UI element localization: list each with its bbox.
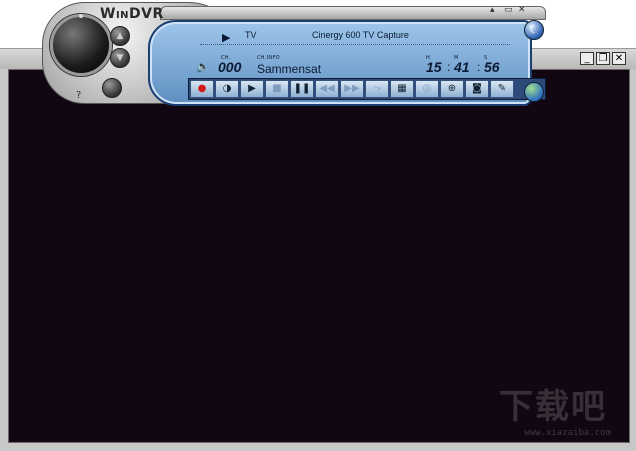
stop-button[interactable]: ■ [265,80,289,98]
moon-icon[interactable]: ☾ [524,20,544,40]
close-icon[interactable]: ✕ [518,5,526,15]
channel-number: 000 [218,59,242,75]
volume-icon[interactable]: 🔈 [196,60,210,73]
volume-knob[interactable] [50,14,112,76]
play-button[interactable]: ▶ [240,80,264,98]
restore-icon[interactable]: ▭ [504,5,513,15]
record-button[interactable]: ● [190,80,214,98]
clock-minutes: 41 [454,59,470,75]
help-button[interactable]: ? [76,90,81,101]
app-logo: WinDVR [100,6,164,22]
schedule-button[interactable]: ▦ [390,80,414,98]
globe-icon[interactable] [524,82,544,102]
clock-separator: : [447,60,451,74]
knob-indicator [79,14,83,18]
menu-button[interactable] [102,78,122,98]
video-minimize-button[interactable]: _ [580,52,594,65]
channel-down-button[interactable]: ▼ [110,48,130,68]
info-button[interactable]: ◎ [415,80,439,98]
video-close-button[interactable]: ✕ [612,52,626,65]
clock-hours: 15 [426,59,442,75]
rewind-button[interactable]: ◀◀ [315,80,339,98]
transport-toolbar: ● ◑ ▶ ■ ❚❚ ◀◀ ▶▶ ⤳ ▦ ◎ ⊕ ◙ ✎ [188,78,546,100]
clock-seconds: 56 [484,59,500,75]
watermark-url: www.xiazaiba.com [524,428,611,438]
minimize-icon[interactable]: ▴ [490,5,495,15]
fast-forward-button[interactable]: ▶▶ [340,80,364,98]
video-maximize-button[interactable]: ❐ [596,52,610,65]
channel-name: Sammensat [257,62,322,76]
source-label: TV [245,30,257,40]
skip-button[interactable]: ⤳ [365,80,389,98]
channel-up-button[interactable]: ▲ [110,26,130,46]
device-label: Cinergy 600 TV Capture [312,30,409,40]
snapshot-button[interactable]: ◙ [465,80,489,98]
play-state-icon: ▶ [222,31,231,44]
windvr-player: WinDVR ▴ ▭ ✕ ▲ ▼ ? ▶ TV Cinergy 600 TV C… [40,0,550,110]
video-display[interactable]: 下载吧 www.xiazaiba.com [8,69,630,443]
chinfo-label: CH.INFO [257,55,280,61]
pause-button[interactable]: ❚❚ [290,80,314,98]
zoom-button[interactable]: ⊕ [440,80,464,98]
player-top-strip[interactable] [160,6,546,20]
watermark-logo: 下载吧 [499,387,607,427]
settings-button[interactable]: ✎ [490,80,514,98]
timeshift-button[interactable]: ◑ [215,80,239,98]
clock-separator: : [477,60,481,74]
